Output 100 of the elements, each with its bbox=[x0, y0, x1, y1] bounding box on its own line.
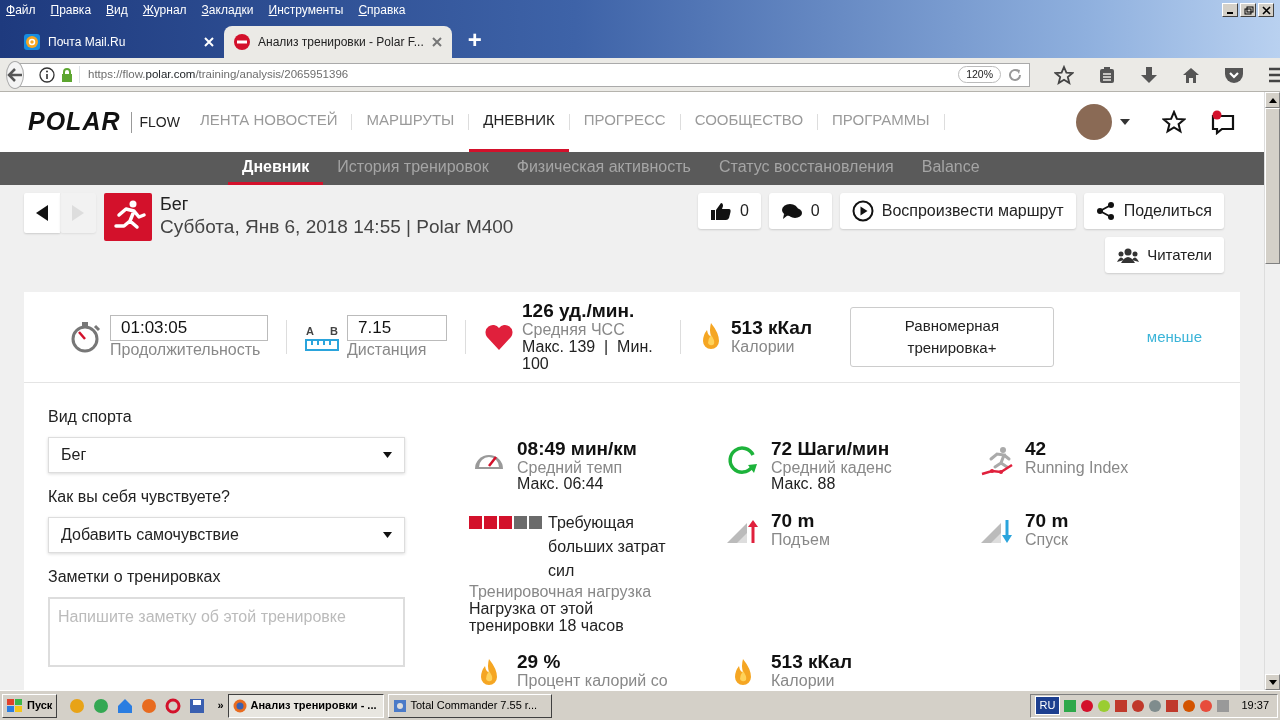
avatar[interactable] bbox=[1076, 104, 1112, 140]
feeling-label: Как вы себя чувствуете? bbox=[48, 486, 231, 507]
people-icon bbox=[1117, 247, 1140, 263]
heart-rate-value: 126 уд./мин. bbox=[522, 301, 636, 322]
close-button[interactable] bbox=[1258, 3, 1274, 17]
clipboard-icon[interactable] bbox=[1098, 65, 1116, 84]
minimize-button[interactable] bbox=[1222, 3, 1238, 17]
windows-flag-icon bbox=[7, 698, 23, 713]
menu-item[interactable]: Справка bbox=[358, 1, 406, 19]
speedometer-icon bbox=[475, 454, 503, 469]
followers-button[interactable]: Читатели bbox=[1105, 237, 1224, 273]
close-icon bbox=[1260, 4, 1272, 16]
menu-item[interactable]: Журнал bbox=[142, 1, 187, 19]
scrollbar[interactable] bbox=[1264, 92, 1280, 690]
scroll-down-button[interactable] bbox=[1265, 674, 1280, 690]
sport-type-label: Вид спорта bbox=[48, 406, 133, 427]
caret-icon bbox=[383, 531, 392, 538]
lock-icon bbox=[61, 67, 73, 82]
heart-rate-label: Средняя ЧСС bbox=[522, 321, 626, 339]
close-icon[interactable] bbox=[431, 37, 442, 47]
point-a-label: A bbox=[306, 323, 314, 339]
comment-button[interactable]: 0 bbox=[768, 193, 832, 229]
up-arrow-icon bbox=[1268, 97, 1277, 103]
tray-icon[interactable] bbox=[1165, 698, 1180, 713]
stopwatch-icon bbox=[70, 320, 102, 354]
scroll-thumb[interactable] bbox=[1265, 108, 1280, 264]
new-tab-button[interactable]: + bbox=[451, 22, 498, 58]
minimize-icon bbox=[1227, 12, 1233, 14]
back-button[interactable] bbox=[6, 60, 24, 89]
home-icon[interactable] bbox=[1182, 65, 1200, 84]
load-block bbox=[484, 516, 497, 530]
down-arrow-icon bbox=[1268, 679, 1277, 685]
reload-icon[interactable] bbox=[1007, 66, 1023, 83]
browser-tab[interactable]: Анализ тренировки - Polar F... bbox=[224, 26, 452, 58]
info-icon[interactable] bbox=[39, 66, 55, 83]
load-block bbox=[469, 516, 482, 530]
notes-field[interactable]: Напишите заметку об этой тренировке bbox=[48, 596, 405, 667]
left-triangle-icon bbox=[36, 205, 48, 221]
running-index-value: 42 bbox=[1025, 438, 1048, 459]
ascent-value: 70 m bbox=[771, 511, 816, 532]
calories-label: Калории bbox=[731, 338, 796, 356]
circular-arrow-icon bbox=[726, 444, 760, 477]
product-name: FLOW bbox=[130, 111, 180, 133]
more-button[interactable]: » bbox=[217, 697, 224, 714]
tab-title: Почта Mail.Ru bbox=[48, 34, 127, 51]
training-load-detail: Нагрузка от этой тренировки 18 часов bbox=[469, 600, 624, 635]
tray-icon[interactable] bbox=[1114, 698, 1129, 713]
notes-label: Заметки о тренировках bbox=[48, 566, 222, 587]
cadence-value: 72 Шаги/мин bbox=[771, 438, 891, 459]
share-icon bbox=[1095, 201, 1116, 221]
like-button[interactable]: 0 bbox=[697, 193, 761, 229]
share-button[interactable]: Поделиться bbox=[1083, 193, 1224, 229]
fat-value: 29 % bbox=[517, 652, 562, 673]
duration-value: 01:03:05 bbox=[110, 315, 268, 342]
clock: 19:37 bbox=[1241, 698, 1269, 714]
menu-item[interactable]: Файл bbox=[6, 1, 36, 19]
previous-button[interactable] bbox=[24, 193, 60, 233]
load-block bbox=[529, 516, 542, 530]
tray-icon[interactable] bbox=[1182, 698, 1197, 713]
sport-type-dropdown[interactable]: Бег bbox=[48, 436, 405, 473]
menu-item[interactable]: Правка bbox=[50, 1, 92, 19]
tray-icon[interactable] bbox=[1080, 698, 1095, 713]
taskbar-button[interactable]: Анализ тренировки - ... bbox=[227, 693, 384, 718]
caret-icon[interactable] bbox=[1120, 119, 1130, 125]
menu-item[interactable]: Инструменты bbox=[268, 1, 344, 19]
language-indicator[interactable]: RU bbox=[1034, 696, 1061, 715]
training-benefit-button[interactable]: Равномерная тренировка+ bbox=[849, 307, 1054, 367]
download-icon[interactable] bbox=[1140, 65, 1158, 84]
cadence-label: Средний каденс bbox=[771, 458, 892, 477]
subnav-tab[interactable]: Дневник bbox=[228, 152, 324, 185]
tray-icon[interactable] bbox=[1131, 698, 1146, 713]
duration-label: Продолжительность bbox=[110, 341, 262, 359]
scroll-up-button[interactable] bbox=[1265, 92, 1280, 108]
tray-icon[interactable] bbox=[1199, 698, 1214, 713]
message-icon[interactable] bbox=[1210, 109, 1236, 135]
fat-label: Процент калорий со bbox=[517, 672, 668, 690]
restore-button[interactable] bbox=[1240, 3, 1256, 17]
feeling-dropdown[interactable]: Добавить самочувствие bbox=[48, 516, 405, 553]
running-figure-icon bbox=[979, 444, 1015, 477]
play-button[interactable]: Воспроизвести маршрут bbox=[839, 193, 1076, 229]
url-text: https://flow.polar.com/training/analysis/2065951396 bbox=[79, 65, 349, 84]
address-bar[interactable]: https://flow.polar.com/training/analysis/2065951396 120% bbox=[18, 62, 1030, 87]
taskbar-button[interactable]: Total Commander 7.55 r... bbox=[387, 693, 552, 718]
logo[interactable]: POLAR bbox=[28, 103, 121, 141]
heart-rate-detail: Макс. 139 | Мин. 100 bbox=[522, 338, 654, 373]
pocket-icon[interactable] bbox=[1224, 65, 1244, 84]
star-icon[interactable] bbox=[1162, 110, 1186, 134]
calories-value: 513 кКал bbox=[771, 652, 852, 673]
house-icon[interactable] bbox=[117, 697, 134, 714]
globe-icon bbox=[232, 698, 247, 713]
back-arrow-icon bbox=[7, 67, 23, 82]
star-icon[interactable] bbox=[1054, 64, 1074, 85]
menu-item[interactable]: Закладки bbox=[201, 1, 254, 19]
browser-tab[interactable]: Почта Mail.Ru bbox=[14, 26, 224, 58]
ring-icon[interactable] bbox=[165, 697, 182, 714]
start-button[interactable]: Пуск bbox=[2, 693, 58, 718]
sport-title: Бег bbox=[160, 193, 190, 216]
pace-value: 08:49 мин/км bbox=[517, 438, 637, 459]
menu-item[interactable]: Вид bbox=[106, 1, 128, 19]
training-load-label: Тренировочная нагрузка bbox=[469, 583, 653, 601]
